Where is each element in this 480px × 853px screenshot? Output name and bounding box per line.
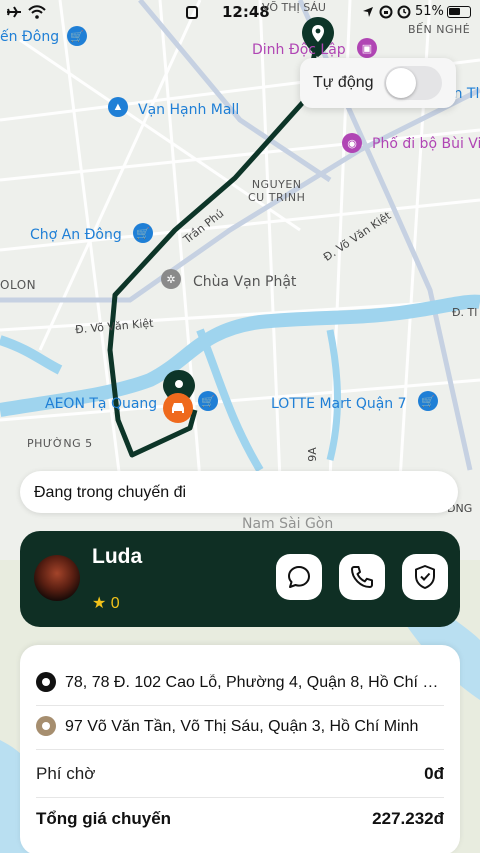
pickup-address-row[interactable]: 78, 78 Đ. 102 Cao Lỗ, Phường 4, Quận 8, …	[36, 667, 446, 695]
district-label: PHƯỜNG 5	[27, 437, 93, 450]
status-bar: 12:48 VÕ THỊ SÁU 51%	[0, 0, 480, 24]
shopping-cart-icon: 🛒	[418, 391, 438, 411]
divider	[36, 797, 444, 798]
divider	[36, 705, 444, 706]
poi-label: Nam Sài Gòn	[242, 516, 334, 532]
road-label: 9A	[305, 447, 319, 462]
pickup-address: 78, 78 Đ. 102 Cao Lỗ, Phường 4, Quận 8, …	[65, 674, 445, 691]
phone-icon	[351, 566, 373, 588]
total-fare-label: Tổng giá chuyến	[36, 809, 172, 828]
poi-label: Dinh Độc Lập	[252, 42, 346, 58]
driver-rating: ★ 0	[92, 593, 120, 613]
call-button[interactable]	[339, 554, 385, 600]
poi-label: ến Đông	[0, 29, 60, 45]
car-icon	[163, 393, 193, 423]
alarm-icon	[397, 5, 411, 19]
dropoff-address-row[interactable]: 97 Võ Văn Tần, Võ Thị Sáu, Quận 3, Hồ Ch…	[36, 711, 446, 739]
driver-avatar[interactable]	[34, 555, 80, 601]
poi-label: Chùa Vạn Phật	[193, 274, 297, 290]
road-label: Đ. Tl	[452, 306, 478, 319]
trip-details-panel: 78, 78 Đ. 102 Cao Lỗ, Phường 4, Quận 8, …	[20, 645, 460, 853]
location-arrow-icon	[363, 7, 373, 17]
wait-fee-value: 0đ	[424, 764, 444, 783]
toggle-knob	[386, 68, 416, 98]
trip-status-text: Đang trong chuyến đi	[34, 484, 187, 501]
rating-value: 0	[110, 595, 120, 612]
shield-check-icon	[415, 565, 435, 589]
temple-icon: ✲	[161, 269, 181, 289]
district-label: NGUYEN CU TRINH	[248, 178, 306, 204]
chat-bubble-icon	[288, 566, 310, 588]
auto-mode-label: Tự động	[313, 74, 374, 91]
poi-label: AEON Tạ Quang	[45, 396, 158, 412]
shopping-cart-icon: 🛒	[198, 391, 218, 411]
auto-mode-toggle[interactable]	[384, 66, 442, 100]
rotation-lock-icon	[379, 5, 393, 19]
chat-button[interactable]	[276, 554, 322, 600]
star-icon: ★	[92, 595, 107, 612]
battery-percent: 51%	[415, 4, 444, 19]
battery-icon	[447, 6, 471, 18]
auto-mode-card: Tự động	[300, 58, 456, 108]
safety-button[interactable]	[402, 554, 448, 600]
app-indicator-icon	[186, 6, 198, 19]
driver-name: Luda	[92, 545, 143, 568]
trip-status-banner: Đang trong chuyến đi	[20, 471, 458, 513]
camera-icon: ◉	[342, 133, 362, 153]
shopping-cart-icon: 🛒	[67, 26, 87, 46]
wifi-icon	[28, 5, 46, 19]
driver-card: Luda ★ 0	[20, 531, 460, 627]
poi-label: LOTTE Mart Quận 7	[271, 396, 407, 412]
poi-label: Phố đi bộ Bùi Viện	[372, 136, 480, 152]
airplane-icon	[7, 6, 21, 18]
poi-label: Chợ An Đông	[30, 227, 122, 243]
status-location-label: VÕ THỊ SÁU	[262, 1, 326, 14]
wait-fee-label: Phí chờ	[36, 764, 96, 783]
dropoff-address: 97 Võ Văn Tần, Võ Thị Sáu, Quận 3, Hồ Ch…	[65, 718, 419, 735]
landmark-icon: ▣	[357, 38, 377, 58]
shopping-cart-icon: 🛒	[133, 223, 153, 243]
district-label: OLON	[0, 278, 37, 292]
dropoff-dot-icon	[36, 716, 56, 736]
pickup-dot-icon	[36, 672, 56, 692]
shopping-bag-icon: ▲	[108, 97, 128, 117]
poi-label: Vạn Hạnh Mall	[138, 102, 240, 118]
divider	[36, 749, 444, 750]
district-label: BẾN NGHÉ	[408, 23, 471, 36]
total-fare-value: 227.232đ	[372, 809, 444, 828]
